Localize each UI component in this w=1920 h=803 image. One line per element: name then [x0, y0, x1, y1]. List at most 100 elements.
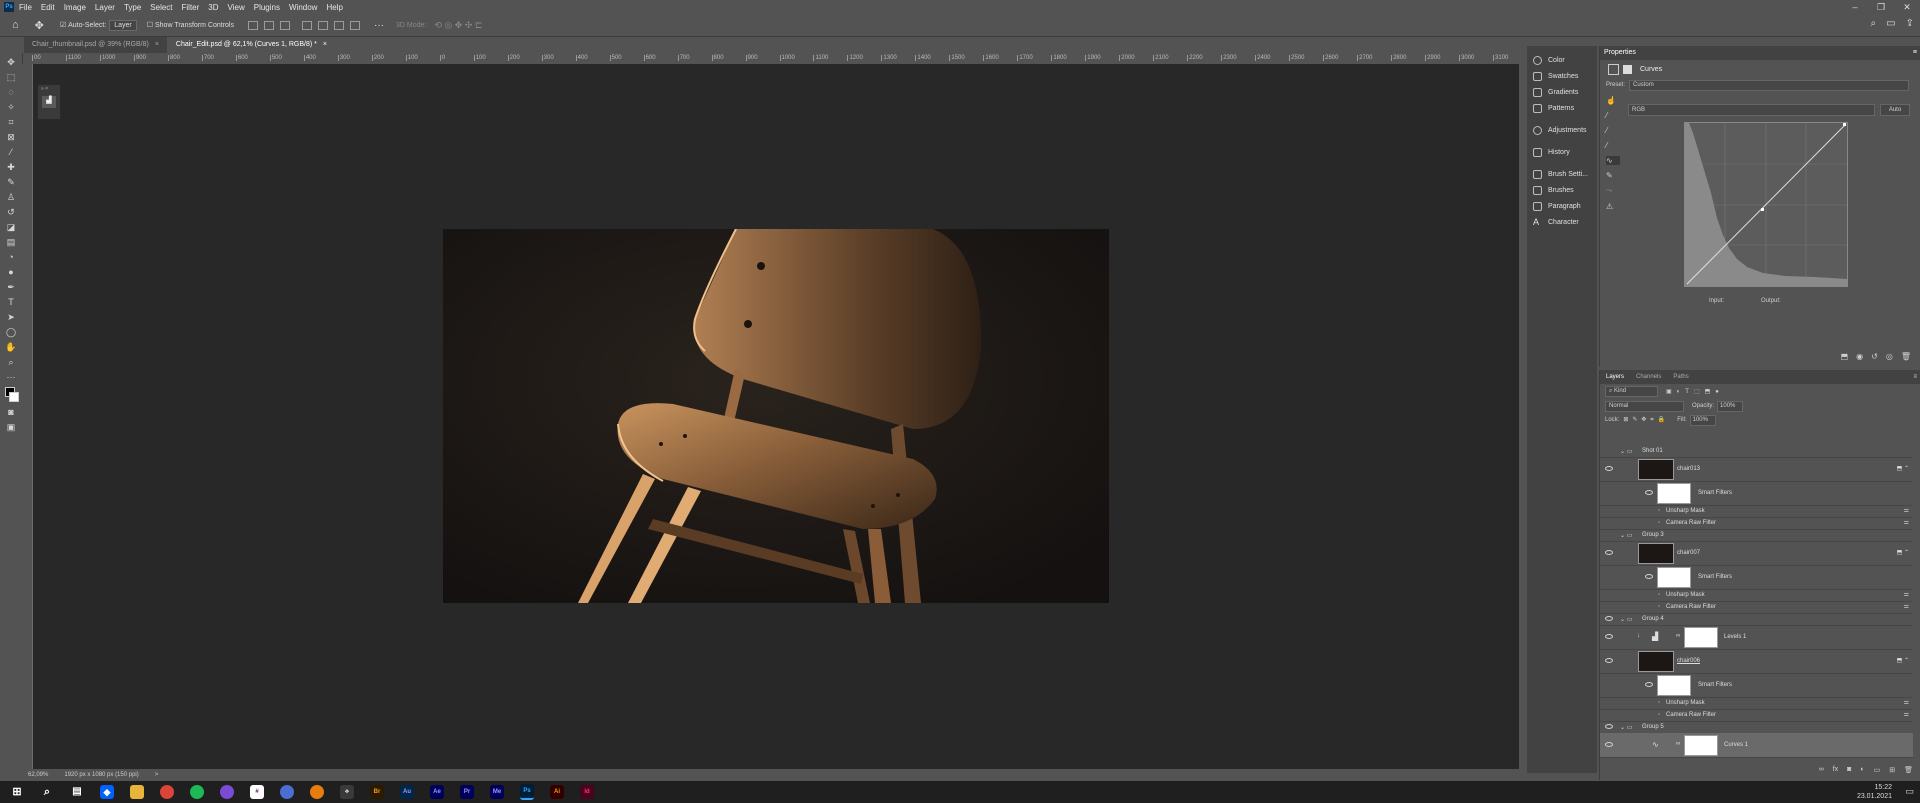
- zoom-tool-icon[interactable]: ⌕: [5, 357, 17, 368]
- add-mask-icon[interactable]: ◙: [1847, 766, 1851, 774]
- after-effects-icon[interactable]: Ae: [430, 785, 444, 799]
- close-tab-icon[interactable]: ×: [323, 41, 327, 48]
- smooth-curve-icon[interactable]: ⤳: [1606, 186, 1620, 196]
- visibility-eye-icon[interactable]: [1605, 742, 1613, 747]
- levels-histogram-icon[interactable]: ▟: [42, 96, 56, 108]
- 3d-orbit-icon[interactable]: ⟲ ◎ ✥ ✣ ⊏: [434, 20, 482, 31]
- smart-filters-row[interactable]: Smart Filters: [1600, 565, 1913, 590]
- new-adjustment-icon[interactable]: ◐: [1860, 766, 1864, 774]
- color-swatch-icon[interactable]: [5, 387, 19, 403]
- gray-point-eyedropper-icon[interactable]: ⁄: [1606, 126, 1620, 135]
- zoom-level[interactable]: 62,09%: [28, 772, 48, 778]
- auto-select-checkbox[interactable]: ☑ Auto-Select:: [60, 21, 106, 30]
- background-color-icon[interactable]: [9, 392, 19, 402]
- menu-filter[interactable]: Filter: [182, 3, 200, 12]
- black-point-eyedropper-icon[interactable]: ⁄: [1606, 111, 1620, 120]
- smart-filters-row[interactable]: Smart Filters: [1600, 673, 1913, 698]
- preset-dropdown[interactable]: Custom: [1629, 79, 1910, 91]
- group-expand-icon[interactable]: ⌄ ▭: [1620, 532, 1632, 539]
- lock-icons[interactable]: ⊠✎✥⌗🔒: [1623, 416, 1669, 424]
- share-icon[interactable]: ⇪: [1906, 18, 1914, 29]
- type-tool-icon[interactable]: T: [5, 297, 17, 308]
- search-icon[interactable]: ⌕: [1871, 18, 1877, 29]
- acrobat-icon[interactable]: ⟡: [340, 785, 354, 799]
- premiere-icon[interactable]: Pr: [460, 785, 474, 799]
- clipping-warning-icon[interactable]: ⚠: [1606, 202, 1620, 211]
- screen-mode-icon[interactable]: ▣: [5, 422, 17, 433]
- filter-options-icon[interactable]: ⚌: [1904, 519, 1909, 526]
- app-icon[interactable]: [280, 785, 294, 799]
- visibility-eye-icon[interactable]: [1605, 658, 1613, 663]
- dock-color[interactable]: Color: [1527, 52, 1597, 68]
- trash-icon[interactable]: 🗑: [1901, 352, 1911, 361]
- app-icon[interactable]: [220, 785, 234, 799]
- hand-tool-icon[interactable]: ✋: [5, 342, 17, 353]
- auto-select-dropdown[interactable]: Layer: [109, 19, 137, 31]
- document-image[interactable]: [443, 229, 1109, 603]
- file-explorer-icon[interactable]: [130, 785, 144, 799]
- link-layers-icon[interactable]: ∞: [1819, 766, 1824, 774]
- fill-field[interactable]: 100%: [1689, 414, 1716, 426]
- minimize-icon[interactable]: –: [1842, 0, 1868, 14]
- channel-dropdown[interactable]: RGB: [1628, 104, 1875, 116]
- transform-controls-checkbox[interactable]: ☐ Show Transform Controls: [147, 21, 234, 30]
- visibility-eye-icon[interactable]: [1605, 550, 1613, 555]
- group-expand-icon[interactable]: ⌄ ▭: [1620, 616, 1632, 623]
- visibility-eye-icon[interactable]: [1605, 466, 1613, 471]
- photoshop-icon[interactable]: Ps: [520, 784, 534, 800]
- panel-menu-icon[interactable]: ≡: [1913, 46, 1917, 60]
- illustrator-icon[interactable]: Ai: [550, 785, 564, 799]
- history-brush-tool-icon[interactable]: ↺: [5, 207, 17, 218]
- close-tab-icon[interactable]: ×: [155, 41, 159, 48]
- menu-view[interactable]: View: [228, 3, 245, 12]
- tab-layers[interactable]: Layers: [1606, 374, 1624, 380]
- align-center-icon[interactable]: [263, 20, 274, 30]
- tab-chair-thumbnail[interactable]: Chair_thumbnail.psd @ 39% (RGB/8) ×: [24, 37, 167, 53]
- notification-icon[interactable]: ▭: [1905, 786, 1914, 797]
- menu-help[interactable]: Help: [326, 3, 342, 12]
- search-icon[interactable]: ⌕: [40, 785, 54, 799]
- dock-swatches[interactable]: Swatches: [1527, 68, 1597, 84]
- path-selection-tool-icon[interactable]: ➤: [5, 312, 17, 323]
- indesign-icon[interactable]: Id: [580, 785, 594, 799]
- lasso-tool-icon[interactable]: ◌: [5, 87, 17, 98]
- curves-adjustment-icon[interactable]: [1608, 63, 1619, 75]
- eyedropper-tool-icon[interactable]: ⁄: [5, 147, 17, 158]
- filter-type-icons[interactable]: ▣◐T⬚⬒●: [1666, 388, 1724, 395]
- brush-tool-icon[interactable]: ✎: [5, 177, 17, 188]
- menu-edit[interactable]: Edit: [41, 3, 55, 12]
- filter-eye-icon[interactable]: ◦: [1658, 592, 1660, 598]
- blend-mode-dropdown[interactable]: Normal: [1605, 400, 1684, 412]
- visibility-icon[interactable]: ◎: [1886, 352, 1893, 361]
- task-view-icon[interactable]: ▤: [70, 785, 84, 799]
- group-expand-icon[interactable]: ⌄ ▭: [1620, 724, 1632, 731]
- targeted-adjust-icon[interactable]: ☝: [1606, 96, 1620, 105]
- edit-points-icon[interactable]: ∿: [1606, 156, 1620, 165]
- curves-graph[interactable]: [1684, 122, 1848, 287]
- filter-eye-icon[interactable]: ◦: [1658, 712, 1660, 718]
- dock-paragraph[interactable]: Paragraph: [1527, 198, 1597, 214]
- align-top-icon[interactable]: [301, 20, 312, 30]
- align-left-icon[interactable]: [247, 20, 258, 30]
- visibility-eye-icon[interactable]: [1605, 724, 1613, 729]
- system-clock[interactable]: 15:22 23.01.2021: [1857, 783, 1892, 801]
- status-menu-arrow[interactable]: >: [155, 772, 159, 778]
- dropbox-icon[interactable]: ◆: [100, 785, 114, 799]
- eraser-tool-icon[interactable]: ◪: [5, 222, 17, 233]
- healing-brush-tool-icon[interactable]: ✚: [5, 162, 17, 173]
- dock-history[interactable]: History: [1527, 144, 1597, 160]
- layer-row-selected[interactable]: ∿ ∞ Curves 1: [1600, 733, 1913, 758]
- dock-gradients[interactable]: Gradients: [1527, 84, 1597, 100]
- gradient-tool-icon[interactable]: ▤: [5, 237, 17, 248]
- stamp-tool-icon[interactable]: ♙: [5, 192, 17, 203]
- move-tool-icon[interactable]: ✥: [35, 19, 44, 32]
- clip-to-layer-icon[interactable]: ⬒: [1841, 352, 1849, 361]
- tab-channels[interactable]: Channels: [1636, 374, 1661, 380]
- quick-mask-icon[interactable]: ◙: [5, 407, 17, 418]
- mini-panel-collapse-icon[interactable]: » ×: [41, 86, 60, 92]
- layer-row[interactable]: chair007 ⬒ ⌃: [1600, 541, 1913, 566]
- new-group-icon[interactable]: ▭: [1874, 766, 1881, 774]
- smart-filters-row[interactable]: Smart Filters: [1600, 481, 1913, 506]
- dock-patterns[interactable]: Patterns: [1527, 100, 1597, 116]
- filter-eye-icon[interactable]: ◦: [1658, 700, 1660, 706]
